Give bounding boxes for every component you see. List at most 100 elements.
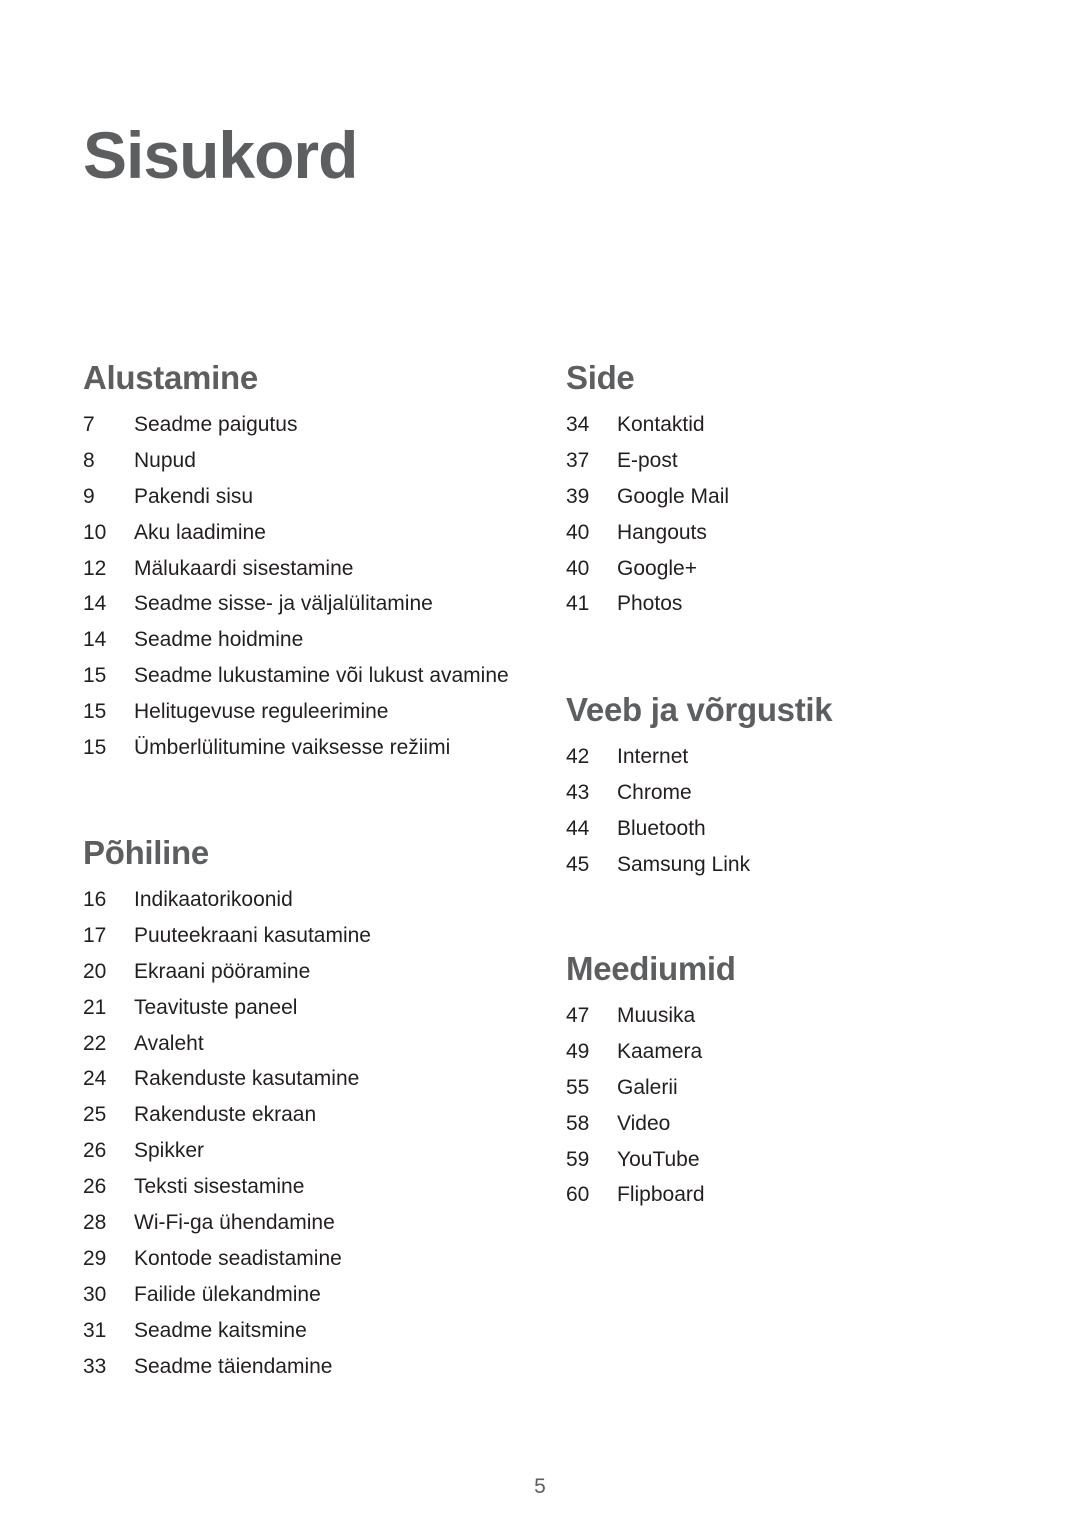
toc-page-number: 12 (83, 556, 107, 580)
toc-page-number: 45 (566, 852, 590, 876)
toc-section-alustamine: Alustamine 7 Seadme paigutus 8 Nupud 9 Pakend… (83, 355, 509, 766)
toc-entry[interactable]: 8 Nupud (83, 443, 509, 479)
toc-page-number: 15 (83, 736, 107, 760)
toc-entry[interactable]: 55 Galerii (566, 1070, 736, 1106)
toc-page-number: 25 (83, 1103, 107, 1127)
toc-entry-label: Helitugevuse reguleerimine (134, 700, 389, 724)
toc-entry-label: Galerii (617, 1075, 678, 1099)
toc-page-number: 44 (566, 816, 590, 840)
toc-entry-label: Internet (617, 745, 689, 768)
toc-entry-label: Hangouts (617, 520, 707, 544)
toc-page-number: 21 (83, 995, 107, 1019)
toc-entry[interactable]: 45 Samsung Link (566, 847, 832, 883)
toc-entry-label: Video (617, 1111, 671, 1135)
toc-entry[interactable]: 10 Aku laadimine (83, 515, 509, 551)
toc-entry[interactable]: 37 E-post (566, 443, 729, 479)
toc-section-veeb-ja-vorgustik: Veeb ja võrgustik 42 Internet 43 Chrome 44 Bl… (566, 687, 833, 883)
toc-entry-label: Indikaatorikoonid (134, 888, 293, 911)
toc-entry-label: Mälukaardi sisestamine (134, 556, 354, 580)
toc-entry[interactable]: 30 Failide ülekandmine (83, 1277, 371, 1313)
toc-page-number: 26 (83, 1175, 107, 1199)
toc-entry[interactable]: 24 Rakenduste kasutamine (83, 1061, 371, 1097)
toc-entry[interactable]: 41 Photos (566, 586, 729, 622)
toc-entry[interactable]: 47 Muusika (566, 998, 736, 1034)
toc-entry[interactable]: 22 Avaleht (83, 1026, 371, 1062)
toc-entry[interactable]: 16 Indikaatorikoonid (83, 882, 371, 918)
toc-entry-label: Seadme kaitsmine (134, 1318, 307, 1342)
toc-entry-label: Ümberlülitumine vaiksesse režiimi (134, 736, 451, 760)
toc-entry[interactable]: 17 Puuteekraani kasutamine (83, 918, 371, 954)
toc-page-number: 15 (83, 700, 107, 724)
toc-page-number: 31 (83, 1318, 107, 1342)
toc-page-number: 7 (83, 413, 95, 436)
toc-entry[interactable]: 42 Internet (566, 739, 832, 775)
toc-entry[interactable]: 14 Seadme hoidmine (83, 622, 509, 658)
toc-entry[interactable]: 60 Flipboard (566, 1177, 736, 1213)
toc-entry[interactable]: 40 Google+ (566, 551, 729, 587)
toc-list: 34 Kontaktid 37 E-post 39 Google Mail 40 Hangou… (566, 407, 729, 622)
toc-entry[interactable]: 7 Seadme paigutus (83, 407, 509, 443)
toc-entry[interactable]: 33 Seadme täiendamine (83, 1349, 371, 1385)
toc-entry[interactable]: 39 Google Mail (566, 479, 729, 515)
toc-entry[interactable]: 20 Ekraani pööramine (83, 954, 371, 990)
toc-page-number: 17 (83, 923, 107, 947)
toc-entry-label: Chrome (617, 780, 692, 804)
toc-list: 47 Muusika 49 Kaamera 55 Galerii 58 Video 59 YouT… (566, 998, 736, 1213)
toc-entry[interactable]: 15 Ümberlülitumine vaiksesse režiimi (83, 730, 509, 766)
toc-entry[interactable]: 34 Kontaktid (566, 407, 729, 443)
toc-entry-label: Seadme täiendamine (134, 1354, 333, 1378)
toc-entry-label: Avaleht (134, 1031, 204, 1055)
toc-page-number: 16 (83, 888, 107, 911)
toc-page-number: 33 (83, 1354, 107, 1378)
toc-list: 7 Seadme paigutus 8 Nupud 9 Pakendi sisu 10 Aku… (83, 407, 509, 766)
toc-entry-label: Puuteekraani kasutamine (134, 923, 371, 947)
toc-page-number: 28 (83, 1211, 107, 1235)
section-title: Alustamine (83, 359, 258, 396)
toc-entry-label: Photos (617, 592, 683, 616)
toc-entry-label: Ekraani pööramine (134, 959, 311, 983)
toc-entry-label: Failide ülekandmine (134, 1282, 321, 1306)
toc-page-number: 29 (83, 1246, 107, 1270)
toc-entry[interactable]: 26 Spikker (83, 1133, 371, 1169)
toc-page-number: 58 (566, 1111, 590, 1135)
toc-entry[interactable]: 9 Pakendi sisu (83, 479, 509, 515)
toc-entry[interactable]: 40 Hangouts (566, 515, 729, 551)
toc-entry-label: Google+ (617, 556, 697, 580)
section-title: Põhiline (83, 834, 209, 871)
toc-page-number: 20 (83, 959, 107, 983)
toc-entry-label: Kontode seadistamine (134, 1246, 342, 1270)
toc-entry[interactable]: 31 Seadme kaitsmine (83, 1313, 371, 1349)
toc-entry[interactable]: 43 Chrome (566, 775, 832, 811)
toc-page-number: 10 (83, 520, 107, 544)
toc-page-number: 30 (83, 1282, 107, 1306)
toc-entry[interactable]: 25 Rakenduste ekraan (83, 1097, 371, 1133)
toc-entry[interactable]: 14 Seadme sisse- ja väljalülitamine (83, 586, 509, 622)
toc-entry[interactable]: 49 Kaamera (566, 1034, 736, 1070)
toc-page-number: 60 (566, 1183, 590, 1207)
toc-entry-label: Muusika (617, 1004, 696, 1027)
toc-entry-label: Flipboard (617, 1183, 705, 1207)
toc-entry[interactable]: 21 Teavituste paneel (83, 990, 371, 1026)
toc-entry[interactable]: 59 YouTube (566, 1142, 736, 1178)
toc-entry-label: Google Mail (617, 484, 730, 508)
toc-entry[interactable]: 15 Helitugevuse reguleerimine (83, 694, 509, 730)
toc-entry-label: Wi-Fi-ga ühendamine (134, 1211, 335, 1235)
toc-entry[interactable]: 15 Seadme lukustamine või lukust avamine (83, 658, 509, 694)
toc-page-number: 47 (566, 1004, 590, 1027)
toc-entry-label: Samsung Link (617, 852, 751, 876)
toc-page-number: 41 (566, 592, 590, 616)
toc-entry-label: Kaamera (617, 1039, 703, 1063)
toc-entry[interactable]: 44 Bluetooth (566, 811, 832, 847)
toc-entry[interactable]: 29 Kontode seadistamine (83, 1241, 371, 1277)
toc-entry-label: Aku laadimine (134, 520, 266, 544)
toc-page-number: 42 (566, 745, 590, 768)
toc-list: 42 Internet 43 Chrome 44 Bluetooth 45 Samsung L… (566, 739, 832, 883)
toc-page-number: 34 (566, 413, 590, 436)
toc-entry[interactable]: 26 Teksti sisestamine (83, 1169, 371, 1205)
toc-entry[interactable]: 28 Wi-Fi-ga ühendamine (83, 1205, 371, 1241)
toc-entry-label: Seadme hoidmine (134, 628, 304, 652)
toc-page-number: 37 (566, 448, 590, 472)
toc-entry[interactable]: 58 Video (566, 1106, 736, 1142)
toc-entry-label: Seadme sisse- ja väljalülitamine (134, 592, 433, 616)
toc-entry[interactable]: 12 Mälukaardi sisestamine (83, 551, 509, 587)
